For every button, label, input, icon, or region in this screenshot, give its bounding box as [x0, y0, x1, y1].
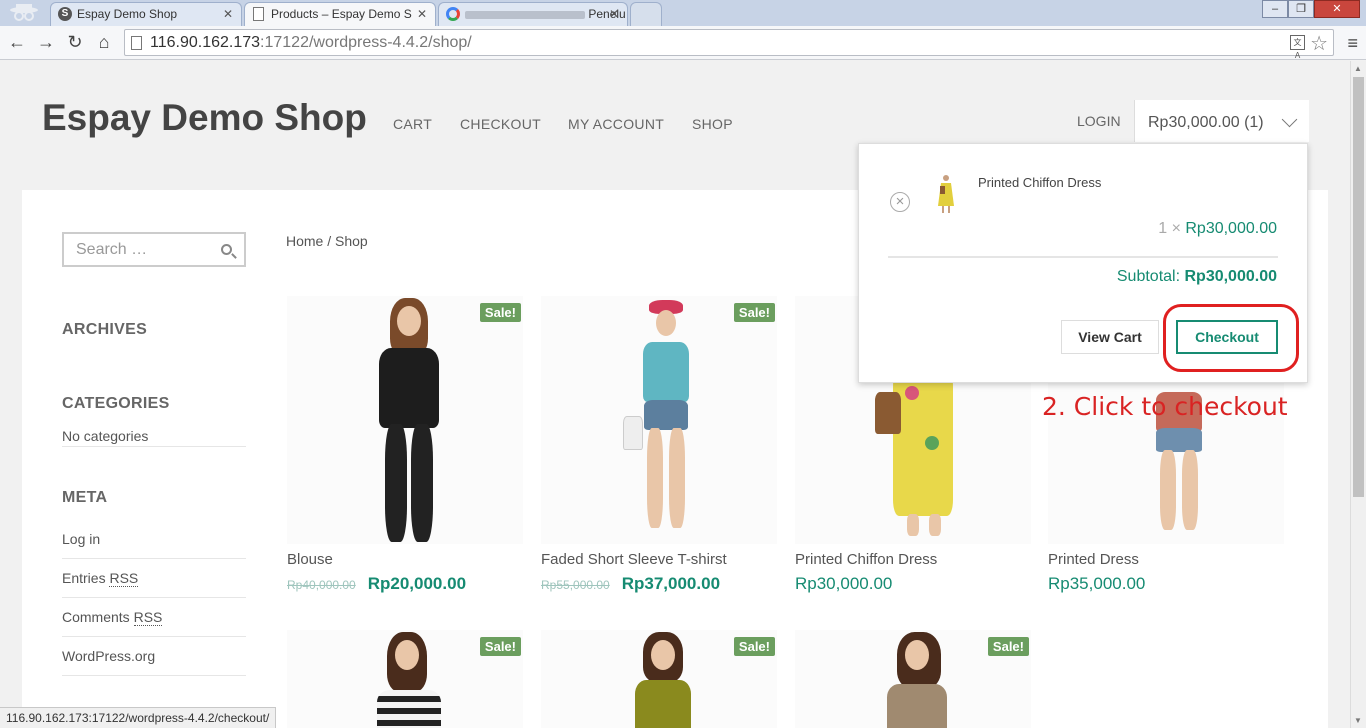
- product-price: Rp35,000.00: [1048, 574, 1146, 593]
- annotation-text: 2. Click to checkout: [1042, 392, 1288, 421]
- scroll-down-icon[interactable]: ▼: [1354, 716, 1362, 725]
- minimize-icon[interactable]: –: [1262, 0, 1288, 18]
- meta-heading: META: [62, 489, 108, 506]
- product-name[interactable]: Faded Short Sleeve T-shirst: [541, 551, 727, 568]
- meta-comments-rss-link[interactable]: Comments RSS: [62, 609, 163, 626]
- incognito-icon: [10, 4, 38, 21]
- sale-badge: Sale!: [479, 637, 521, 656]
- nav-login[interactable]: LOGIN: [1077, 113, 1121, 129]
- home-icon[interactable]: ⌂: [93, 31, 115, 53]
- product-name[interactable]: Blouse: [287, 551, 333, 568]
- page-icon: [253, 7, 264, 21]
- site-title[interactable]: Espay Demo Shop: [42, 97, 367, 139]
- forward-icon[interactable]: →: [35, 31, 57, 53]
- divider: [62, 558, 246, 559]
- tab-title: Penelu: [588, 7, 626, 21]
- sale-badge: Sale!: [733, 637, 775, 656]
- page-icon: [131, 36, 142, 50]
- close-tab-icon[interactable]: ✕: [223, 7, 233, 21]
- page-scrollbar[interactable]: ▲ ▼: [1350, 61, 1366, 728]
- close-tab-icon[interactable]: ✕: [609, 7, 619, 21]
- product-name[interactable]: Printed Dress: [1048, 551, 1139, 568]
- tab-title: Espay Demo Shop: [77, 7, 178, 21]
- categories-heading: CATEGORIES: [62, 395, 170, 412]
- search-icon[interactable]: [221, 244, 232, 255]
- product-card[interactable]: Sale!: [287, 630, 523, 728]
- divider: [888, 256, 1278, 258]
- s-site-icon: S: [58, 7, 72, 21]
- tab-espay-demo-shop[interactable]: S Espay Demo Shop ✕: [50, 2, 242, 26]
- sale-badge: Sale!: [479, 303, 521, 322]
- url-text: 116.90.162.173:17122/wordpress-4.4.2/sho…: [150, 34, 472, 51]
- cart-subtotal: Subtotal: Rp30,000.00: [1116, 268, 1277, 285]
- remove-item-icon[interactable]: ×: [890, 192, 910, 212]
- maximize-icon[interactable]: ❐: [1288, 0, 1314, 18]
- header-cart-button[interactable]: Rp30,000.00 (1): [1134, 100, 1309, 142]
- google-icon: [446, 7, 460, 21]
- product-card[interactable]: Sale!: [541, 630, 777, 728]
- product-price: Rp30,000.00: [795, 574, 893, 593]
- annotation-highlight-oval: [1163, 304, 1299, 372]
- window-close-icon[interactable]: ✕: [1314, 0, 1360, 18]
- browser-tab-strip: S Espay Demo Shop ✕ Products – Espay Dem…: [0, 0, 1366, 26]
- nav-shop[interactable]: SHOP: [692, 116, 733, 132]
- new-tab-button[interactable]: [630, 2, 662, 26]
- archives-heading: ARCHIVES: [62, 321, 148, 338]
- product-image-blouse[interactable]: Sale!: [287, 296, 523, 544]
- categories-empty-text: No categories: [62, 428, 149, 444]
- product-image[interactable]: Sale!: [795, 630, 1031, 728]
- chevron-down-icon: [1281, 111, 1298, 128]
- nav-my-account[interactable]: MY ACCOUNT: [568, 116, 664, 132]
- tab-google[interactable]: Penelu ✕: [438, 2, 628, 26]
- scrollbar-thumb[interactable]: [1353, 77, 1364, 497]
- address-bar[interactable]: 116.90.162.173:17122/wordpress-4.4.2/sho…: [124, 29, 1334, 60]
- browser-menu-icon[interactable]: ≡: [1347, 33, 1358, 54]
- meta-entries-rss-link[interactable]: Entries RSS: [62, 570, 139, 587]
- product-price: Rp55,000.00 Rp37,000.00: [541, 574, 721, 593]
- divider: [62, 675, 246, 676]
- product-image-tshirt[interactable]: Sale!: [541, 296, 777, 544]
- meta-log-in-link[interactable]: Log in: [62, 531, 100, 547]
- view-cart-button[interactable]: View Cart: [1061, 320, 1159, 354]
- meta-wordpress-link[interactable]: WordPress.org: [62, 648, 155, 664]
- close-tab-icon[interactable]: ✕: [417, 7, 427, 21]
- cart-item-thumbnail[interactable]: [932, 172, 960, 214]
- product-card[interactable]: Sale!: [795, 630, 1031, 728]
- product-image[interactable]: Sale!: [541, 630, 777, 728]
- back-icon[interactable]: ←: [6, 31, 28, 53]
- cart-total: Rp30,000.00 (1): [1148, 114, 1264, 131]
- reload-icon[interactable]: ↻: [64, 31, 86, 53]
- cart-item-name[interactable]: Printed Chiffon Dress: [978, 175, 1101, 190]
- divider: [62, 636, 246, 637]
- browser-toolbar: ← → ↻ ⌂ 116.90.162.173:17122/wordpress-4…: [0, 26, 1366, 60]
- search-placeholder: Search …: [76, 241, 148, 258]
- status-bar-url: 116.90.162.173:17122/wordpress-4.4.2/che…: [0, 707, 277, 728]
- scroll-up-icon[interactable]: ▲: [1354, 64, 1362, 73]
- translate-icon[interactable]: 文A: [1290, 35, 1305, 60]
- search-input[interactable]: Search …: [62, 232, 246, 267]
- tab-products[interactable]: Products – Espay Demo S ✕: [244, 2, 436, 26]
- nav-cart[interactable]: CART: [393, 116, 432, 132]
- breadcrumb: Home / Shop: [286, 233, 368, 249]
- product-image[interactable]: Sale!: [287, 630, 523, 728]
- redacted-text: [465, 10, 585, 19]
- sale-badge: Sale!: [733, 303, 775, 322]
- cart-item-quantity: 1 × Rp30,000.00: [1158, 220, 1277, 237]
- nav-checkout[interactable]: CHECKOUT: [460, 116, 541, 132]
- sale-badge: Sale!: [987, 637, 1029, 656]
- product-name[interactable]: Printed Chiffon Dress: [795, 551, 937, 568]
- tab-title: Products – Espay Demo S: [271, 7, 412, 21]
- divider: [62, 446, 246, 447]
- bookmark-star-icon[interactable]: ☆: [1310, 31, 1328, 56]
- divider: [62, 597, 246, 598]
- product-price: Rp40,000.00 Rp20,000.00: [287, 574, 467, 593]
